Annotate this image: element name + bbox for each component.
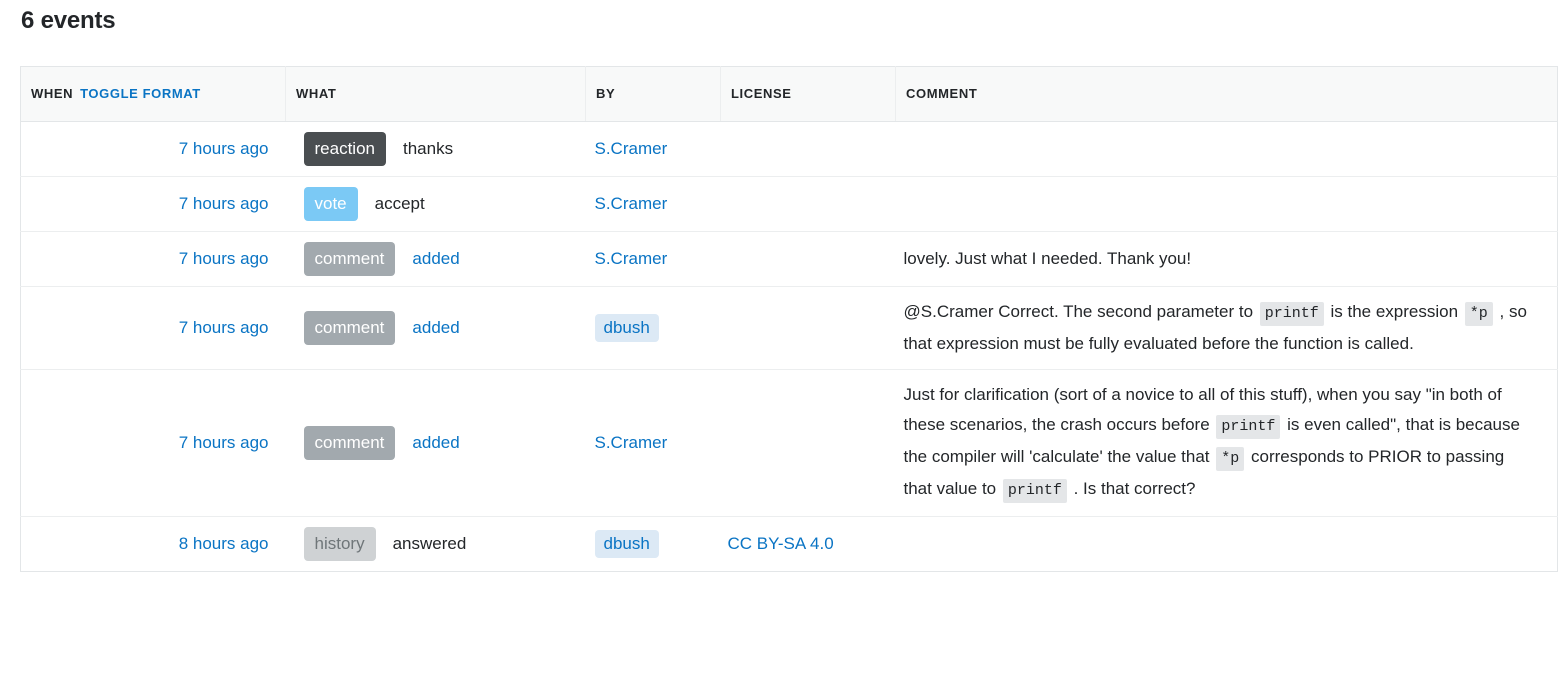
column-header-what: WHAT — [285, 66, 586, 122]
cell-by: dbush — [586, 517, 721, 572]
toggle-format-link[interactable]: TOGGLE FORMAT — [80, 86, 201, 101]
event-type-badge-history: history — [303, 527, 376, 561]
comment-text-fragment: . Is that correct? — [1068, 479, 1196, 498]
event-timestamp-link[interactable]: 7 hours ago — [179, 249, 269, 268]
cell-when: 7 hours ago — [20, 176, 286, 232]
event-type-badge-vote: vote — [303, 187, 358, 221]
event-timestamp-link[interactable]: 8 hours ago — [179, 534, 269, 553]
event-timestamp-link[interactable]: 7 hours ago — [179, 194, 269, 213]
event-type-badge-comment: comment — [303, 242, 396, 276]
cell-license — [720, 369, 896, 517]
events-page: 6 events WHEN TOGGLE FORMAT WHAT BY LICEN… — [0, 0, 1565, 682]
cell-what: history answered — [286, 517, 586, 572]
event-action-text: answered — [392, 534, 467, 554]
table-row: 7 hours ago vote accept S.Cramer — [20, 176, 1558, 232]
user-link[interactable]: S.Cramer — [595, 249, 668, 268]
cell-what: reaction thanks — [285, 121, 586, 177]
table-header: WHEN TOGGLE FORMAT WHAT BY LICENSE COMMEN… — [20, 66, 1558, 122]
table-row: 8 hours ago history answered dbush CC BY-SA … — [21, 517, 1558, 572]
table-row: 7 hours ago reaction thanks S.Cramer — [20, 121, 1558, 177]
column-header-by: BY — [585, 66, 721, 122]
table-body: 7 hours ago reaction thanks S.Cramer 7 hours… — [20, 121, 1558, 572]
table-row: 7 hours ago comment added S.Cramer Just for … — [20, 369, 1558, 517]
cell-license — [720, 286, 896, 370]
cell-what: comment added — [285, 369, 586, 517]
inline-code: printf — [1216, 415, 1281, 439]
cell-what: vote accept — [285, 176, 586, 232]
user-link[interactable]: S.Cramer — [595, 139, 668, 158]
event-timestamp-link[interactable]: 7 hours ago — [179, 433, 269, 452]
cell-by: S.Cramer — [585, 231, 721, 287]
event-type-badge-reaction: reaction — [303, 132, 386, 166]
page-title: 6 events — [21, 7, 116, 34]
cell-by: dbush — [585, 286, 721, 370]
comment-text: @S.Cramer Correct. The second parameter … — [904, 297, 1529, 359]
event-timestamp-link[interactable]: 7 hours ago — [179, 139, 269, 158]
cell-what: comment added — [285, 231, 586, 287]
cell-when: 7 hours ago — [20, 121, 286, 177]
comment-text: Just for clarification (sort of a novice… — [904, 380, 1529, 506]
event-action-text[interactable]: added — [412, 431, 459, 455]
inline-code: printf — [1002, 479, 1067, 503]
column-header-license: LICENSE — [720, 66, 896, 122]
cell-comment: @S.Cramer Correct. The second parameter … — [895, 286, 1558, 370]
comment-text-fragment: is the expression — [1325, 302, 1463, 321]
inline-code: printf — [1259, 302, 1324, 326]
cell-when: 8 hours ago — [21, 517, 286, 572]
cell-comment — [896, 517, 1558, 572]
event-timestamp-link[interactable]: 7 hours ago — [179, 318, 269, 337]
table-row: 7 hours ago comment added S.Cramer lovely. J… — [20, 231, 1558, 287]
event-action-text: thanks — [402, 139, 454, 159]
cell-by: S.Cramer — [585, 176, 721, 232]
cell-when: 7 hours ago — [20, 286, 286, 370]
cell-comment — [895, 121, 1558, 177]
cell-license: CC BY-SA 4.0 — [721, 517, 896, 572]
cell-license — [720, 176, 896, 232]
event-action-text: accept — [374, 194, 425, 214]
cell-when: 7 hours ago — [20, 231, 286, 287]
comment-text-fragment: lovely. Just what I needed. Thank you! — [903, 249, 1192, 268]
inline-code: *p — [1464, 302, 1493, 326]
inline-code: *p — [1216, 447, 1245, 471]
cell-comment: lovely. Just what I needed. Thank you! — [895, 231, 1558, 287]
cell-comment: Just for clarification (sort of a novice… — [895, 369, 1558, 517]
event-action-text[interactable]: added — [412, 316, 459, 340]
event-action-text[interactable]: added — [412, 247, 459, 271]
cell-what: comment added — [285, 286, 586, 370]
cell-by: S.Cramer — [585, 369, 721, 517]
cell-when: 7 hours ago — [20, 369, 286, 517]
events-table: WHEN TOGGLE FORMAT WHAT BY LICENSE COMMEN… — [20, 66, 1558, 572]
cell-comment — [895, 176, 1558, 232]
user-link-owner[interactable]: dbush — [594, 313, 659, 343]
column-header-when-label: WHEN — [31, 86, 74, 101]
user-link[interactable]: S.Cramer — [595, 194, 668, 213]
license-link[interactable]: CC BY-SA 4.0 — [728, 534, 834, 553]
table-header-row: WHEN TOGGLE FORMAT WHAT BY LICENSE COMMEN… — [20, 66, 1558, 122]
column-header-comment: COMMENT — [895, 66, 1558, 122]
column-header-when: WHEN TOGGLE FORMAT — [20, 66, 286, 122]
comment-text: lovely. Just what I needed. Thank you! — [904, 244, 1529, 274]
table-row: 7 hours ago comment added dbush @S.Cramer Co… — [20, 286, 1558, 370]
user-link-owner[interactable]: dbush — [594, 529, 659, 559]
event-type-badge-comment: comment — [303, 426, 396, 460]
cell-license — [720, 231, 896, 287]
comment-text-fragment: @S.Cramer Correct. The second parameter … — [903, 302, 1258, 321]
cell-by: S.Cramer — [585, 121, 721, 177]
user-link[interactable]: S.Cramer — [595, 433, 668, 452]
event-type-badge-comment: comment — [303, 311, 396, 345]
cell-license — [720, 121, 896, 177]
